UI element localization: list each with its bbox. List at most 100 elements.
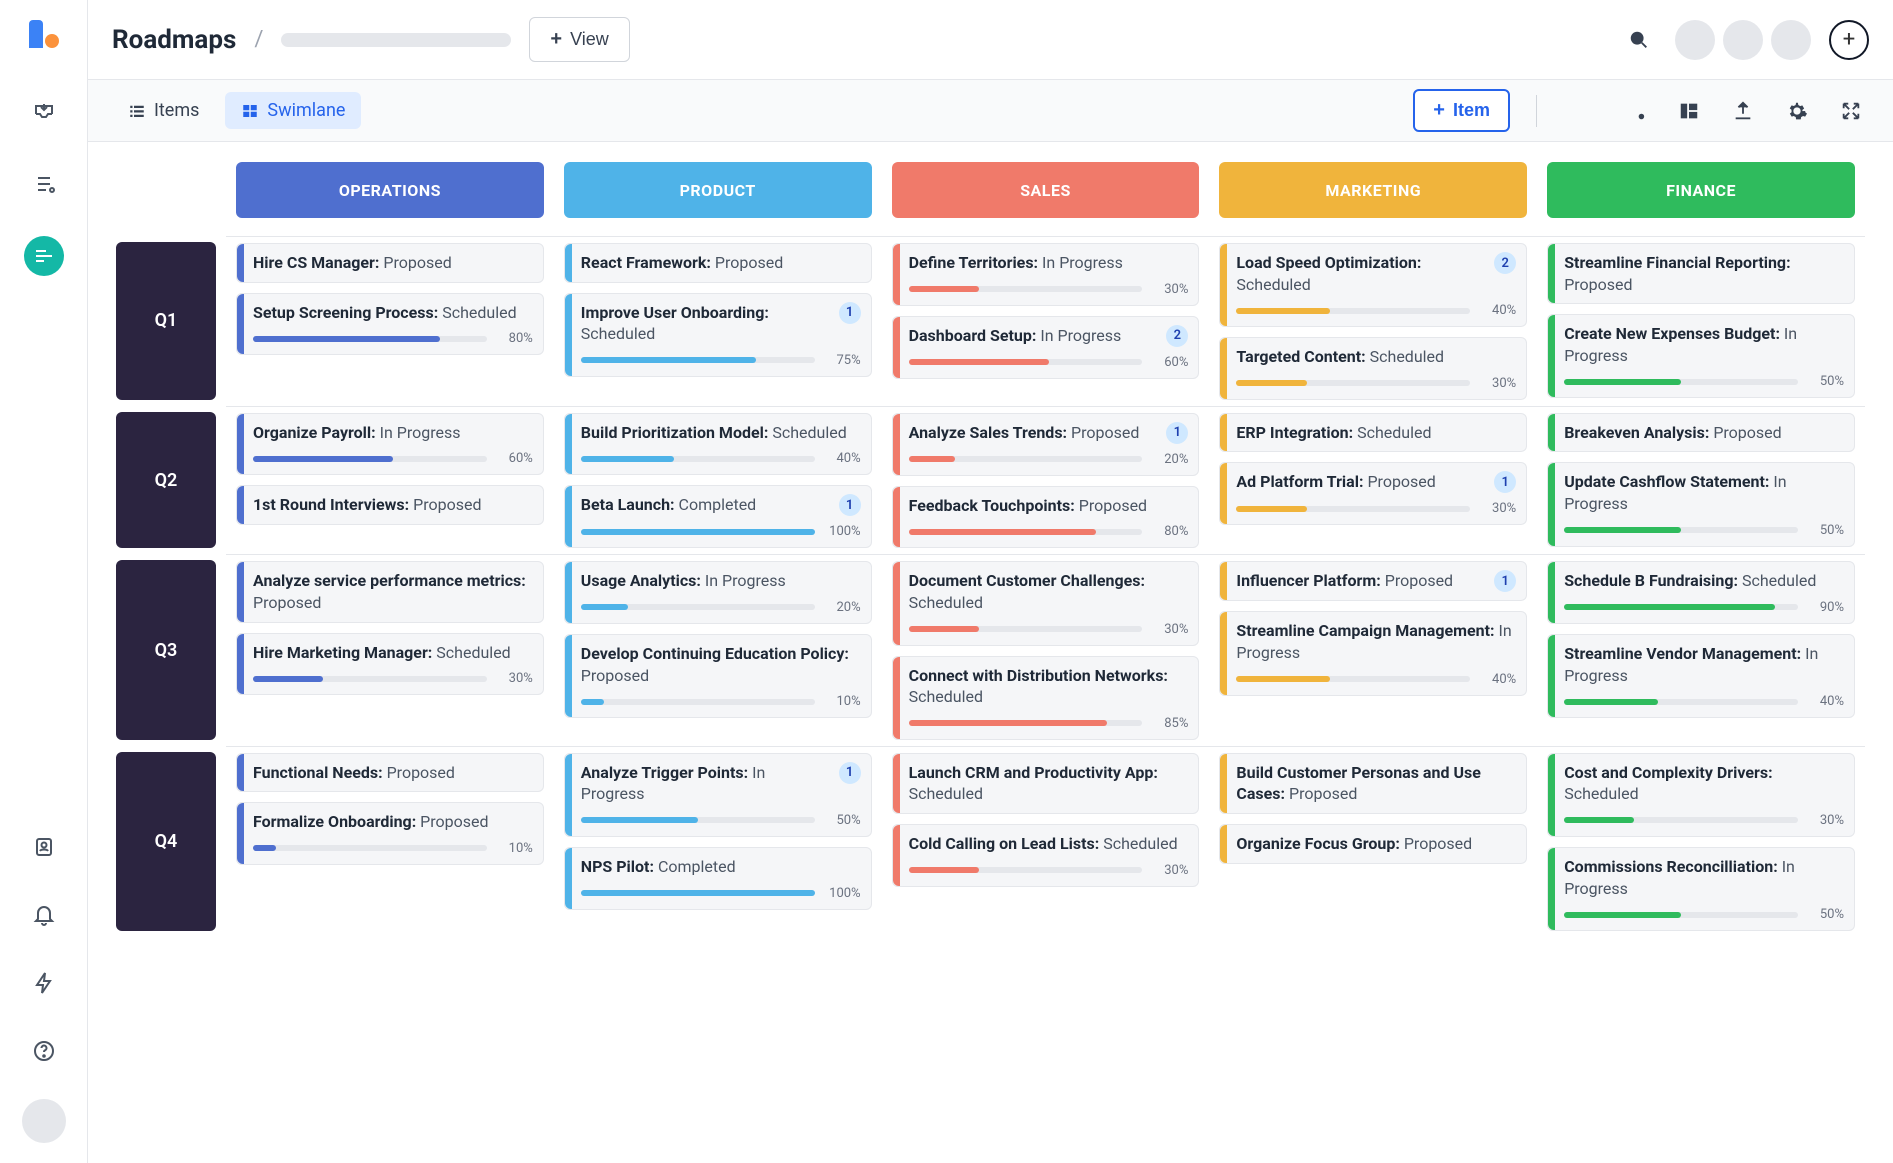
add-member-button[interactable]: + (1829, 20, 1869, 60)
roadmap-card[interactable]: Feedback Touchpoints: Proposed80% (892, 486, 1200, 549)
card-title: Streamline Financial Reporting: Proposed (1564, 252, 1844, 295)
row-header[interactable]: Q1 (116, 242, 216, 400)
card-stripe (1220, 612, 1227, 694)
roadmap-card[interactable]: Ad Platform Trial: Proposed130% (1219, 462, 1527, 525)
card-stripe (893, 317, 900, 378)
roadmap-card[interactable]: Analyze service performance metrics: Pro… (236, 561, 544, 622)
roadmap-card[interactable]: Document Customer Challenges: Scheduled3… (892, 561, 1200, 645)
progress-percent: 60% (497, 451, 533, 466)
roadmap-card[interactable]: Load Speed Optimization: Scheduled240% (1219, 243, 1527, 327)
card-title: Improve User Onboarding: Scheduled (581, 302, 831, 345)
row-header[interactable]: Q3 (116, 560, 216, 739)
column-header[interactable]: OPERATIONS (236, 162, 544, 218)
page-title: Roadmaps (112, 25, 236, 55)
column-header[interactable]: PRODUCT (564, 162, 872, 218)
search-icon[interactable] (1621, 22, 1657, 58)
roadmap-card[interactable]: ERP Integration: Scheduled (1219, 413, 1527, 453)
roadmap-card[interactable]: Formalize Onboarding: Proposed10% (236, 802, 544, 865)
roadmap-card[interactable]: Cold Calling on Lead Lists: Scheduled30% (892, 824, 1200, 887)
roadmap-card[interactable]: 1st Round Interviews: Proposed (236, 485, 544, 525)
roadmap-card[interactable]: Streamline Financial Reporting: Proposed (1547, 243, 1855, 304)
card-stripe (1220, 414, 1227, 452)
roadmap-card[interactable]: Schedule B Fundraising: Scheduled90% (1547, 561, 1855, 624)
roadmap-card[interactable]: Setup Screening Process: Scheduled80% (236, 293, 544, 356)
card-title: Organize Focus Group: Proposed (1236, 833, 1472, 855)
card-title: Define Territories: In Progress (909, 252, 1123, 274)
roadmap-card[interactable]: Targeted Content: Scheduled30% (1219, 337, 1527, 400)
card-stripe (1220, 825, 1227, 863)
column-header[interactable]: SALES (892, 162, 1200, 218)
roadmap-card[interactable]: Launch CRM and Productivity App: Schedul… (892, 753, 1200, 814)
roadmap-icon[interactable] (24, 236, 64, 276)
roadmap-card[interactable]: Breakeven Analysis: Proposed (1547, 413, 1855, 453)
workspace-avatar-2[interactable] (1723, 20, 1763, 60)
column-header[interactable]: FINANCE (1547, 162, 1855, 218)
expand-icon[interactable] (1833, 93, 1869, 129)
progress-bar (1236, 380, 1470, 386)
roadmap-card[interactable]: Develop Continuing Education Policy: Pro… (564, 634, 872, 718)
progress-bar (1236, 506, 1470, 512)
roadmap-card[interactable]: Connect with Distribution Networks: Sche… (892, 656, 1200, 740)
card-title: Build Customer Personas and Use Cases: P… (1236, 762, 1516, 805)
workspace-avatar-3[interactable] (1771, 20, 1811, 60)
progress-row: 60% (253, 451, 533, 466)
progress-row: 50% (1564, 523, 1844, 538)
roadmap-card[interactable]: Streamline Campaign Management: In Progr… (1219, 611, 1527, 695)
user-avatar[interactable] (22, 1099, 66, 1143)
roadmap-card[interactable]: Build Prioritization Model: Scheduled40% (564, 413, 872, 476)
swimlane-grid: OPERATIONS PRODUCT SALES MARKETING FINANCE Q1… (88, 142, 1893, 1163)
roadmap-card[interactable]: Hire CS Manager: Proposed (236, 243, 544, 283)
bolt-icon[interactable] (24, 963, 64, 1003)
tab-items[interactable]: Items (112, 92, 215, 129)
roadmap-card[interactable]: Dashboard Setup: In Progress260% (892, 316, 1200, 379)
roadmap-card[interactable]: Analyze Trigger Points: In Progress150% (564, 753, 872, 837)
tab-swimlane[interactable]: Swimlane (225, 92, 361, 129)
progress-percent: 30% (1480, 501, 1516, 516)
roadmap-card[interactable]: Organize Focus Group: Proposed (1219, 824, 1527, 864)
row-header[interactable]: Q4 (116, 752, 216, 931)
workspace-avatar-1[interactable] (1675, 20, 1715, 60)
roadmap-card[interactable]: Influencer Platform: Proposed1 (1219, 561, 1527, 601)
roadmap-card[interactable]: Define Territories: In Progress30% (892, 243, 1200, 306)
card-title: Streamline Campaign Management: In Progr… (1236, 620, 1516, 663)
filter-icon[interactable] (1563, 93, 1599, 129)
help-icon[interactable] (24, 1031, 64, 1071)
progress-percent: 30% (1152, 863, 1188, 878)
row-header[interactable]: Q2 (116, 412, 216, 549)
progress-row: 80% (253, 331, 533, 346)
roadmap-card[interactable]: Organize Payroll: In Progress60% (236, 413, 544, 476)
roadmap-card[interactable]: Analyze Sales Trends: Proposed120% (892, 413, 1200, 476)
roadmap-card[interactable]: Cost and Complexity Drivers: Scheduled30… (1547, 753, 1855, 837)
roadmap-card[interactable]: Commissions Reconcilliation: In Progress… (1547, 847, 1855, 931)
roadmap-card[interactable]: Functional Needs: Proposed (236, 753, 544, 793)
progress-percent: 40% (825, 451, 861, 466)
export-icon[interactable] (1725, 93, 1761, 129)
card-title: Formalize Onboarding: Proposed (253, 811, 489, 833)
app-logo (29, 20, 59, 48)
roadmap-card[interactable]: Build Customer Personas and Use Cases: P… (1219, 753, 1527, 814)
card-stripe (1220, 754, 1227, 813)
bell-icon[interactable] (24, 895, 64, 935)
roadmap-card[interactable]: Update Cashflow Statement: In Progress50… (1547, 462, 1855, 546)
link-filter-icon[interactable] (1617, 93, 1653, 129)
roadmap-card[interactable]: Improve User Onboarding: Scheduled175% (564, 293, 872, 377)
progress-bar (1564, 604, 1798, 610)
layout-icon[interactable] (1671, 93, 1707, 129)
gear-icon[interactable] (1779, 93, 1815, 129)
inbox-icon[interactable] (24, 92, 64, 132)
contacts-icon[interactable] (24, 827, 64, 867)
column-header[interactable]: MARKETING (1219, 162, 1527, 218)
roadmap-card[interactable]: Streamline Vendor Management: In Progres… (1547, 634, 1855, 718)
roadmap-card[interactable]: Beta Launch: Completed1100% (564, 485, 872, 548)
roadmap-card[interactable]: Usage Analytics: In Progress20% (564, 561, 872, 624)
progress-bar (1564, 527, 1798, 533)
progress-row: 30% (1564, 813, 1844, 828)
progress-row: 40% (581, 451, 861, 466)
roadmap-card[interactable]: Create New Expenses Budget: In Progress5… (1547, 314, 1855, 398)
add-item-button[interactable]: + Item (1413, 89, 1510, 132)
roadmap-card[interactable]: NPS Pilot: Completed100% (564, 847, 872, 910)
add-view-button[interactable]: + View (529, 17, 629, 62)
roadmap-card[interactable]: React Framework: Proposed (564, 243, 872, 283)
list-icon[interactable] (24, 164, 64, 204)
roadmap-card[interactable]: Hire Marketing Manager: Scheduled30% (236, 633, 544, 696)
